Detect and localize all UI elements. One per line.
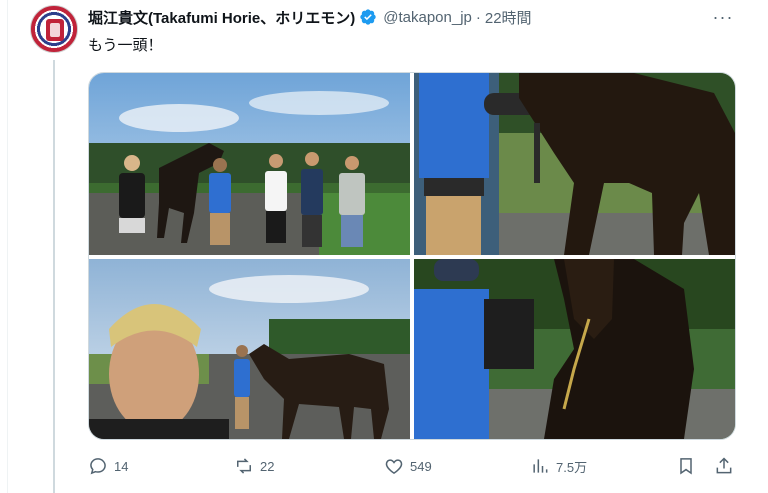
tweet-timestamp[interactable]: 22時間 [485, 7, 532, 28]
views-button[interactable]: 7.5万 [530, 452, 587, 480]
like-count: 549 [410, 458, 432, 474]
media-grid [88, 72, 736, 440]
verified-badge-icon [360, 9, 376, 25]
reply-icon [90, 458, 106, 475]
bookmark-button[interactable] [676, 452, 702, 480]
photo-handler-scene [414, 73, 735, 255]
share-icon [716, 457, 732, 474]
thread-connector-line [53, 60, 55, 493]
photo-selfie-scene [89, 259, 410, 439]
photo-horse-head-closeup[interactable] [414, 259, 735, 439]
repost-button[interactable]: 22 [234, 452, 274, 480]
reply-button[interactable]: 14 [88, 452, 128, 480]
timeline-column-edge [0, 0, 8, 493]
photo-closeup-scene [414, 259, 735, 439]
more-options-icon[interactable]: ··· [712, 6, 734, 28]
avatar-emblem [46, 19, 64, 41]
tweet-actions: 14 22 549 7.5万 [88, 452, 736, 480]
author-avatar[interactable] [30, 5, 78, 53]
heart-icon [385, 459, 403, 474]
photo-group-scene [89, 73, 410, 255]
photo-selfie-with-foal[interactable] [89, 259, 410, 439]
author-handle[interactable]: @takapon_jp [383, 9, 472, 26]
views-chart-icon [533, 459, 548, 473]
tweet-header: 堀江貴文(Takafumi Horie、ホリエモン) @takapon_jp ·… [88, 6, 532, 28]
author-name[interactable]: 堀江貴文(Takafumi Horie、ホリエモン) [88, 7, 355, 28]
photo-handler-with-horse[interactable] [414, 73, 735, 255]
reply-count: 14 [114, 458, 129, 474]
bookmark-icon [680, 458, 692, 475]
like-button[interactable]: 549 [384, 452, 432, 480]
share-button[interactable] [714, 452, 740, 480]
meta-separator: · [475, 8, 481, 26]
tweet-text: もう一頭！ [88, 37, 163, 54]
repost-count: 22 [260, 458, 275, 474]
views-count: 7.5万 [556, 459, 588, 475]
repost-icon [237, 458, 251, 474]
photo-group-with-horse[interactable] [89, 73, 410, 255]
